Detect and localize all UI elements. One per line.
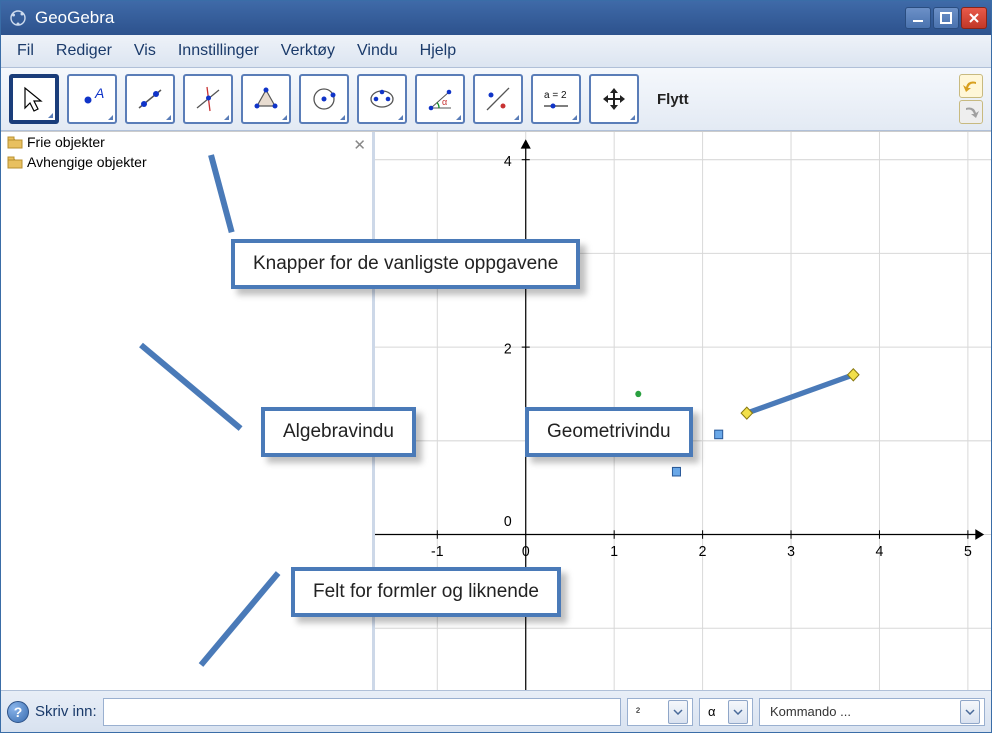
tool-line[interactable] — [125, 74, 175, 124]
window-controls — [905, 7, 987, 29]
menu-view[interactable]: Vis — [126, 39, 164, 63]
chevron-down-icon — [108, 115, 113, 120]
chevron-down-icon — [48, 113, 53, 118]
svg-text:1: 1 — [610, 543, 618, 559]
undo-button[interactable] — [959, 74, 983, 98]
tree-label: Frie objekter — [27, 134, 105, 150]
tree-free-objects[interactable]: Frie objekter — [1, 132, 372, 152]
tool-perpendicular[interactable] — [183, 74, 233, 124]
svg-text:4: 4 — [876, 543, 884, 559]
callout-geometry: Geometrivindu — [525, 407, 693, 457]
app-window: GeoGebra Fil Rediger Vis Innstillinger V… — [0, 0, 992, 733]
svg-text:A: A — [94, 85, 104, 101]
menu-window[interactable]: Vindu — [349, 39, 406, 63]
svg-text:a = 2: a = 2 — [544, 90, 567, 101]
close-button[interactable] — [961, 7, 987, 29]
svg-text:0: 0 — [504, 514, 512, 530]
tool-move[interactable] — [9, 74, 59, 124]
chevron-down-icon — [456, 115, 461, 120]
svg-text:α: α — [442, 97, 447, 107]
chevron-down-icon — [224, 115, 229, 120]
algebra-close-icon[interactable]: ✕ — [353, 136, 366, 154]
chevron-down-icon — [728, 700, 748, 724]
chevron-down-icon — [340, 115, 345, 120]
chevron-down-icon — [514, 115, 519, 120]
menu-edit[interactable]: Rediger — [48, 39, 120, 63]
folder-icon — [7, 135, 23, 149]
input-field[interactable] — [103, 698, 621, 726]
chevron-down-icon — [960, 700, 980, 724]
input-bar: ? Skriv inn: ² α Kommando ... — [1, 690, 991, 732]
callout-inputbar: Felt for formler og liknende — [291, 567, 561, 617]
tool-reflect[interactable] — [473, 74, 523, 124]
main-content: ✕ Frie objekter Avhengige objekter — [1, 131, 991, 690]
chevron-down-icon — [398, 115, 403, 120]
tool-point[interactable]: A — [67, 74, 117, 124]
svg-text:-1: -1 — [431, 543, 444, 559]
tool-move-graphics[interactable] — [589, 74, 639, 124]
svg-text:0: 0 — [522, 543, 530, 559]
menu-file[interactable]: Fil — [9, 39, 42, 63]
titlebar: GeoGebra — [1, 1, 991, 35]
tool-angle[interactable]: α — [415, 74, 465, 124]
svg-text:2: 2 — [504, 341, 512, 357]
tool-active-label: Flytt — [647, 91, 951, 108]
tool-circle[interactable] — [299, 74, 349, 124]
toolbar: A — [1, 68, 991, 131]
menubar: Fil Rediger Vis Innstillinger Verktøy Vi… — [1, 35, 991, 68]
chevron-down-icon — [282, 115, 287, 120]
tree-label: Avhengige objekter — [27, 154, 147, 170]
input-label: Skriv inn: — [35, 703, 97, 720]
chevron-down-icon — [572, 115, 577, 120]
redo-button[interactable] — [959, 100, 983, 124]
menu-tools[interactable]: Verktøy — [273, 39, 343, 63]
chevron-down-icon — [668, 700, 688, 724]
callout-algebra: Algebravindu — [261, 407, 416, 457]
app-icon — [9, 9, 27, 27]
tool-polygon[interactable] — [241, 74, 291, 124]
chevron-down-icon — [630, 115, 635, 120]
svg-text:4: 4 — [504, 154, 512, 170]
help-icon[interactable]: ? — [7, 701, 29, 723]
menu-help[interactable]: Hjelp — [412, 39, 464, 63]
tree-dependent-objects[interactable]: Avhengige objekter — [1, 152, 372, 172]
chevron-down-icon — [166, 115, 171, 120]
menu-options[interactable]: Innstillinger — [170, 39, 267, 63]
exponent-select[interactable]: ² — [627, 698, 693, 726]
svg-text:3: 3 — [787, 543, 795, 559]
tool-slider[interactable]: a = 2 — [531, 74, 581, 124]
folder-icon — [7, 155, 23, 169]
alpha-select[interactable]: α — [699, 698, 753, 726]
callout-toolbar: Knapper for de vanligste oppgavene — [231, 239, 580, 289]
maximize-button[interactable] — [933, 7, 959, 29]
app-title: GeoGebra — [35, 8, 905, 28]
tool-ellipse[interactable] — [357, 74, 407, 124]
minimize-button[interactable] — [905, 7, 931, 29]
svg-text:5: 5 — [964, 543, 972, 559]
command-select[interactable]: Kommando ... — [759, 698, 985, 726]
svg-text:2: 2 — [699, 543, 707, 559]
